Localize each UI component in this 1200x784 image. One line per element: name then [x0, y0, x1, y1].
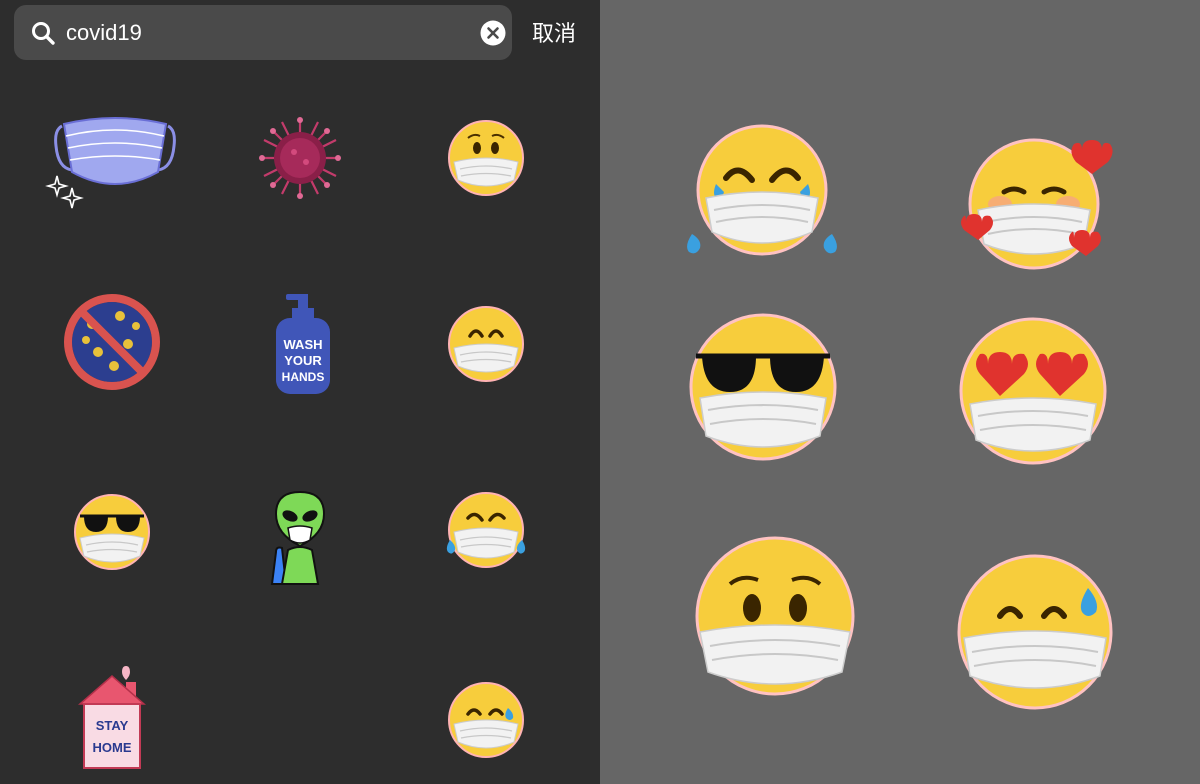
sunglasses-mask-emoji-icon[interactable] — [72, 492, 152, 572]
sweat-mask-emoji-icon[interactable] — [446, 680, 526, 760]
tears-joy-mask-emoji-icon[interactable] — [682, 124, 842, 264]
sticker-preview-panel — [600, 0, 1200, 784]
heart-eyes-mask-emoji-icon[interactable] — [958, 316, 1108, 466]
clear-search-icon[interactable] — [480, 20, 506, 46]
virus-icon[interactable] — [258, 116, 342, 200]
search-bar[interactable] — [14, 5, 512, 60]
sanitizer-your-label: YOUR — [284, 353, 322, 368]
sanitizer-wash-label: WASH — [284, 337, 323, 352]
no-virus-icon[interactable] — [62, 292, 162, 392]
cancel-button[interactable]: 取消 — [532, 16, 588, 47]
tears-joy-mask-emoji-icon[interactable] — [442, 490, 530, 570]
sunglasses-mask-emoji-icon[interactable] — [688, 312, 838, 462]
worried-mask-emoji-icon[interactable] — [446, 118, 526, 198]
search-input[interactable] — [64, 11, 468, 55]
stay-home-house-icon[interactable]: STAY HOME — [76, 662, 148, 772]
worried-mask-emoji-icon[interactable] — [692, 536, 858, 696]
sticker-search-screen: 取消 — [0, 0, 1200, 784]
house-stay-label: STAY — [96, 718, 129, 733]
face-mask-icon[interactable] — [45, 112, 180, 212]
sanitizer-hands-label: HANDS — [282, 370, 325, 384]
smiling-mask-emoji-icon[interactable] — [446, 304, 526, 384]
sweat-mask-emoji-icon[interactable] — [956, 552, 1118, 710]
alien-mask-icon[interactable] — [264, 488, 336, 585]
hearts-mask-emoji-icon[interactable] — [952, 132, 1113, 272]
hand-sanitizer-icon[interactable]: WASH YOUR HANDS — [270, 292, 336, 396]
search-icon — [32, 22, 55, 45]
house-home-label: HOME — [93, 740, 132, 755]
sticker-search-panel: 取消 — [0, 0, 600, 784]
